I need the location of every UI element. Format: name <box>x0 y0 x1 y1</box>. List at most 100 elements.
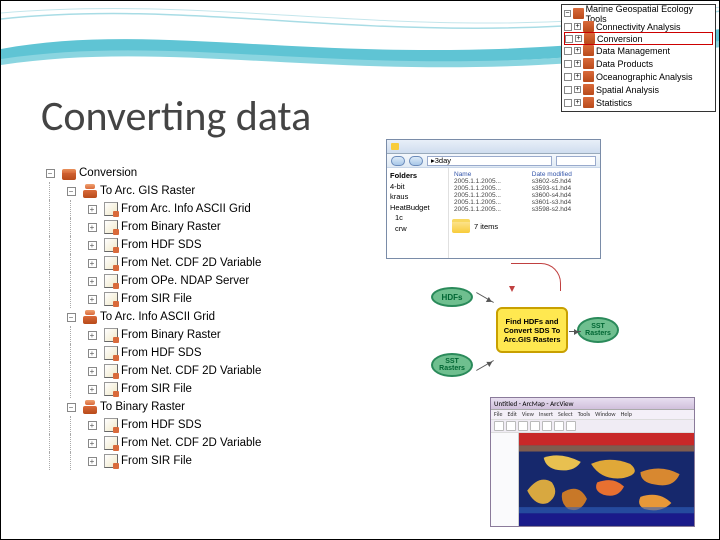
plus-icon[interactable]: + <box>88 367 97 376</box>
script-icon <box>104 238 118 252</box>
file-row[interactable]: 2005.1.1.2005...s3602-s5.hd4 <box>452 178 597 185</box>
tree-toolset[interactable]: − To Binary Raster <box>41 398 261 416</box>
window-titlebar[interactable] <box>387 140 600 154</box>
search-input[interactable] <box>556 156 596 166</box>
file-row[interactable]: 2005.1.1.2005...s3601-s3.hd4 <box>452 199 597 206</box>
tree-item[interactable]: +From SIR File <box>41 290 261 308</box>
explorer-navbar: ▸ 3day <box>387 154 600 168</box>
tree-item[interactable]: +From Net. CDF 2D Variable <box>41 434 261 452</box>
plus-icon[interactable]: + <box>88 277 97 286</box>
file-row[interactable]: 2005.1.1.2005...s3598-s2.hd4 <box>452 206 597 213</box>
toolbox-icon <box>583 71 594 82</box>
plus-icon[interactable]: + <box>88 331 97 340</box>
tool-button[interactable] <box>530 421 540 431</box>
menu-item[interactable]: Help <box>621 410 632 418</box>
tree-item[interactable]: +From Net. CDF 2D Variable <box>41 254 261 272</box>
sidebar-item[interactable]: 4-bit <box>390 182 445 193</box>
tree-item[interactable]: + From Binary Raster <box>41 326 261 344</box>
file-explorer-window: ▸ 3day Folders 4-bit kraus HeatBudget 1c… <box>386 139 601 259</box>
file-row[interactable]: 2005.1.1.2005...s3600-s4.hd4 <box>452 192 597 199</box>
tree-item[interactable]: + From OPe. NDAP Server <box>41 272 261 290</box>
toolbox-icon <box>583 58 594 69</box>
plus-icon[interactable]: + <box>88 385 97 394</box>
tool-button[interactable] <box>518 421 528 431</box>
tree-label: From Binary Raster <box>121 329 221 341</box>
folder-icon <box>391 143 399 150</box>
tree-label: Conversion <box>79 167 137 179</box>
address-bar[interactable]: ▸ 3day <box>427 156 552 166</box>
toolset-icon <box>83 310 97 324</box>
sidebar-item[interactable]: kraus <box>390 192 445 203</box>
back-button[interactable] <box>391 156 405 166</box>
tree-item[interactable]: +From Binary Raster <box>41 218 261 236</box>
tree-toolset[interactable]: − To Arc. GIS Raster <box>41 182 261 200</box>
explorer-file-list: Name Date modified 2005.1.1.2005...s3602… <box>449 168 600 258</box>
tree-item[interactable]: +From HDF SDS <box>41 236 261 254</box>
tree-line <box>41 182 59 200</box>
minus-icon[interactable]: − <box>67 187 76 196</box>
toolbox-icon <box>583 45 594 56</box>
plus-icon: + <box>574 23 581 30</box>
forward-button[interactable] <box>409 156 423 166</box>
tool-button[interactable] <box>506 421 516 431</box>
minus-icon[interactable]: − <box>46 169 55 178</box>
map-toc[interactable] <box>491 433 519 526</box>
column-header[interactable]: Name <box>452 171 530 178</box>
menu-item[interactable]: Tools <box>578 410 590 418</box>
menubar: File Edit View Insert Select Tools Windo… <box>491 410 694 420</box>
tree-label: From Net. CDF 2D Variable <box>121 365 261 377</box>
status-text: 7 items <box>474 222 498 231</box>
minus-icon[interactable]: − <box>67 313 76 322</box>
plus-icon[interactable]: + <box>88 295 97 304</box>
plus-icon[interactable]: + <box>88 259 97 268</box>
script-icon <box>104 436 118 450</box>
tree-label: From OPe. NDAP Server <box>121 275 249 287</box>
menu-item[interactable]: Insert <box>539 410 553 418</box>
plus-icon[interactable]: + <box>88 205 97 214</box>
script-icon <box>104 274 118 288</box>
tree-item[interactable]: + From Net. CDF 2D Variable <box>41 362 261 380</box>
toolbox-icon <box>583 97 594 108</box>
column-header[interactable]: Date modified <box>530 171 597 178</box>
tool-button[interactable] <box>566 421 576 431</box>
minus-icon[interactable]: − <box>67 403 76 412</box>
tree-root[interactable]: − Conversion <box>41 164 261 182</box>
tree-item[interactable]: +From Arc. Info ASCII Grid <box>41 200 261 218</box>
tool-button[interactable] <box>554 421 564 431</box>
tree-item[interactable]: +From SIR File <box>41 452 261 470</box>
tool-button[interactable] <box>542 421 552 431</box>
tree-item[interactable]: + From SIR File <box>41 380 261 398</box>
plus-icon[interactable]: + <box>88 349 97 358</box>
menu-item[interactable]: Select <box>558 410 573 418</box>
sidebar-item[interactable]: 1c <box>390 213 445 224</box>
toolbox-icon <box>573 8 584 19</box>
script-icon <box>104 220 118 234</box>
sidebar-item[interactable]: crw <box>390 224 445 235</box>
map-canvas[interactable] <box>519 433 694 526</box>
window-titlebar[interactable]: Untitled - ArcMap - ArcView <box>491 398 694 410</box>
tree-label: To Arc. GIS Raster <box>100 185 195 197</box>
menu-item[interactable]: View <box>522 410 534 418</box>
arcmap-window: Untitled - ArcMap - ArcView File Edit Vi… <box>490 397 695 527</box>
plus-icon: + <box>574 47 581 54</box>
menu-item[interactable]: Edit <box>508 410 517 418</box>
tree-label: From SIR File <box>121 383 192 395</box>
sidebar-item[interactable]: HeatBudget <box>390 203 445 214</box>
tree-item[interactable]: +From HDF SDS <box>41 416 261 434</box>
checkbox-icon <box>565 35 573 43</box>
plus-icon[interactable]: + <box>88 421 97 430</box>
plus-icon[interactable]: + <box>88 223 97 232</box>
plus-icon[interactable]: + <box>88 457 97 466</box>
tree-toolset[interactable]: − To Arc. Info ASCII Grid <box>41 308 261 326</box>
menu-item[interactable]: File <box>494 410 503 418</box>
plus-icon: + <box>574 73 581 80</box>
menu-item[interactable]: Window <box>595 410 615 418</box>
file-row[interactable]: 2005.1.1.2005...s3593-s1.hd4 <box>452 185 597 192</box>
plus-icon[interactable]: + <box>88 241 97 250</box>
tree-label: From HDF SDS <box>121 347 202 359</box>
tree-line <box>41 308 59 326</box>
tree-item[interactable]: + From HDF SDS <box>41 344 261 362</box>
plus-icon[interactable]: + <box>88 439 97 448</box>
checkbox-icon <box>564 60 572 68</box>
tool-button[interactable] <box>494 421 504 431</box>
